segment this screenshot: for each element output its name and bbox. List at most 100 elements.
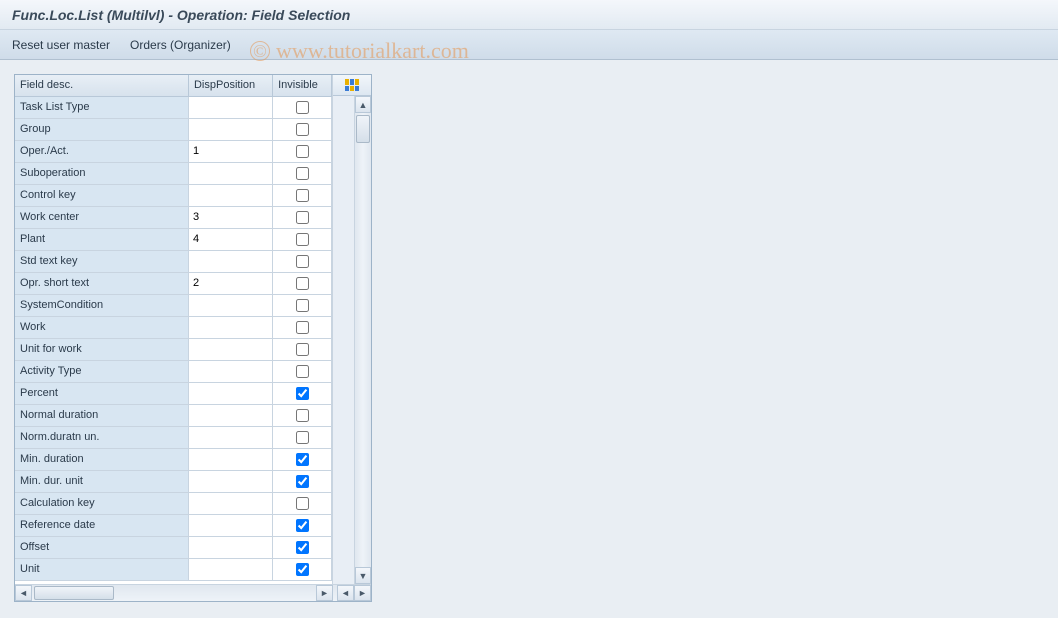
invisible-cell [273, 382, 332, 404]
disp-position-cell [188, 514, 272, 536]
orders-organizer-button[interactable]: Orders (Organizer) [130, 38, 231, 52]
table-row: Unit for work [15, 338, 332, 360]
disp-position-input[interactable] [189, 163, 272, 184]
disp-position-input[interactable] [189, 537, 272, 558]
reset-user-master-button[interactable]: Reset user master [12, 38, 110, 52]
invisible-cell [273, 96, 332, 118]
invisible-checkbox[interactable] [296, 453, 309, 466]
disp-position-cell [188, 360, 272, 382]
disp-position-input[interactable] [189, 97, 272, 118]
invisible-checkbox[interactable] [296, 101, 309, 114]
table-settings-button[interactable] [333, 75, 371, 96]
content-area: Field desc. DispPosition Invisible Task … [0, 60, 1058, 616]
invisible-checkbox[interactable] [296, 365, 309, 378]
invisible-cell [273, 118, 332, 140]
disp-position-cell [188, 382, 272, 404]
table-row: Activity Type [15, 360, 332, 382]
invisible-checkbox[interactable] [296, 409, 309, 422]
disp-position-input[interactable] [189, 405, 272, 426]
invisible-checkbox[interactable] [296, 189, 309, 202]
col-field-desc[interactable]: Field desc. [15, 75, 188, 96]
table-row: Norm.duratn un. [15, 426, 332, 448]
scroll-up-button[interactable]: ▲ [355, 96, 371, 113]
scroll-track[interactable] [355, 113, 371, 567]
field-desc-cell: Plant [15, 228, 188, 250]
invisible-checkbox[interactable] [296, 321, 309, 334]
table-row: Work [15, 316, 332, 338]
invisible-checkbox[interactable] [296, 431, 309, 444]
invisible-cell [273, 338, 332, 360]
disp-position-input[interactable] [189, 427, 272, 448]
toolbar: Reset user master Orders (Organizer) [0, 30, 1058, 60]
disp-position-input[interactable] [189, 273, 272, 294]
invisible-checkbox[interactable] [296, 255, 309, 268]
scroll-left-button[interactable]: ◄ [15, 585, 32, 601]
field-desc-cell: Min. dur. unit [15, 470, 188, 492]
hscroll-track[interactable] [32, 585, 316, 601]
scroll-down-button[interactable]: ▼ [355, 567, 371, 584]
invisible-checkbox[interactable] [296, 519, 309, 532]
invisible-checkbox[interactable] [296, 343, 309, 356]
disp-position-input[interactable] [189, 493, 272, 514]
table-row: Task List Type [15, 96, 332, 118]
table-row: Min. duration [15, 448, 332, 470]
disp-position-input[interactable] [189, 559, 272, 580]
invisible-checkbox[interactable] [296, 211, 309, 224]
scroll-right-button[interactable]: ► [316, 585, 333, 601]
invisible-checkbox[interactable] [296, 277, 309, 290]
disp-position-input[interactable] [189, 207, 272, 228]
disp-position-input[interactable] [189, 449, 272, 470]
disp-position-cell [188, 536, 272, 558]
disp-position-input[interactable] [189, 383, 272, 404]
field-desc-cell: Reference date [15, 514, 188, 536]
invisible-checkbox[interactable] [296, 299, 309, 312]
field-desc-cell: Task List Type [15, 96, 188, 118]
disp-position-input[interactable] [189, 229, 272, 250]
disp-position-input[interactable] [189, 295, 272, 316]
disp-position-input[interactable] [189, 141, 272, 162]
invisible-cell [273, 228, 332, 250]
invisible-cell [273, 272, 332, 294]
table-row: Percent [15, 382, 332, 404]
vertical-scrollbar[interactable]: ▲ ▼ [354, 96, 371, 584]
invisible-checkbox[interactable] [296, 541, 309, 554]
disp-position-cell [188, 470, 272, 492]
col-invisible[interactable]: Invisible [273, 75, 332, 96]
disp-position-input[interactable] [189, 119, 272, 140]
disp-position-input[interactable] [189, 361, 272, 382]
disp-position-input[interactable] [189, 515, 272, 536]
field-grid: Field desc. DispPosition Invisible Task … [15, 75, 333, 584]
scroll-left-button-2[interactable]: ◄ [337, 585, 354, 601]
invisible-checkbox[interactable] [296, 167, 309, 180]
table-row: SystemCondition [15, 294, 332, 316]
disp-position-cell [188, 558, 272, 580]
disp-position-cell [188, 162, 272, 184]
field-desc-cell: SystemCondition [15, 294, 188, 316]
disp-position-cell [188, 294, 272, 316]
scroll-thumb[interactable] [356, 115, 370, 143]
table-row: Min. dur. unit [15, 470, 332, 492]
col-disp-position[interactable]: DispPosition [188, 75, 272, 96]
invisible-checkbox[interactable] [296, 123, 309, 136]
field-desc-cell: Work [15, 316, 188, 338]
invisible-checkbox[interactable] [296, 497, 309, 510]
invisible-checkbox[interactable] [296, 233, 309, 246]
invisible-checkbox[interactable] [296, 145, 309, 158]
table-row: Unit [15, 558, 332, 580]
invisible-cell [273, 250, 332, 272]
disp-position-input[interactable] [189, 339, 272, 360]
disp-position-input[interactable] [189, 317, 272, 338]
disp-position-cell [188, 492, 272, 514]
invisible-checkbox[interactable] [296, 387, 309, 400]
table-header-row: Field desc. DispPosition Invisible [15, 75, 332, 96]
hscroll-thumb[interactable] [34, 586, 114, 600]
disp-position-input[interactable] [189, 185, 272, 206]
disp-position-input[interactable] [189, 251, 272, 272]
invisible-checkbox[interactable] [296, 563, 309, 576]
field-desc-cell: Opr. short text [15, 272, 188, 294]
field-desc-cell: Min. duration [15, 448, 188, 470]
scroll-right-button-2[interactable]: ► [354, 585, 371, 601]
invisible-cell [273, 404, 332, 426]
invisible-checkbox[interactable] [296, 475, 309, 488]
disp-position-input[interactable] [189, 471, 272, 492]
